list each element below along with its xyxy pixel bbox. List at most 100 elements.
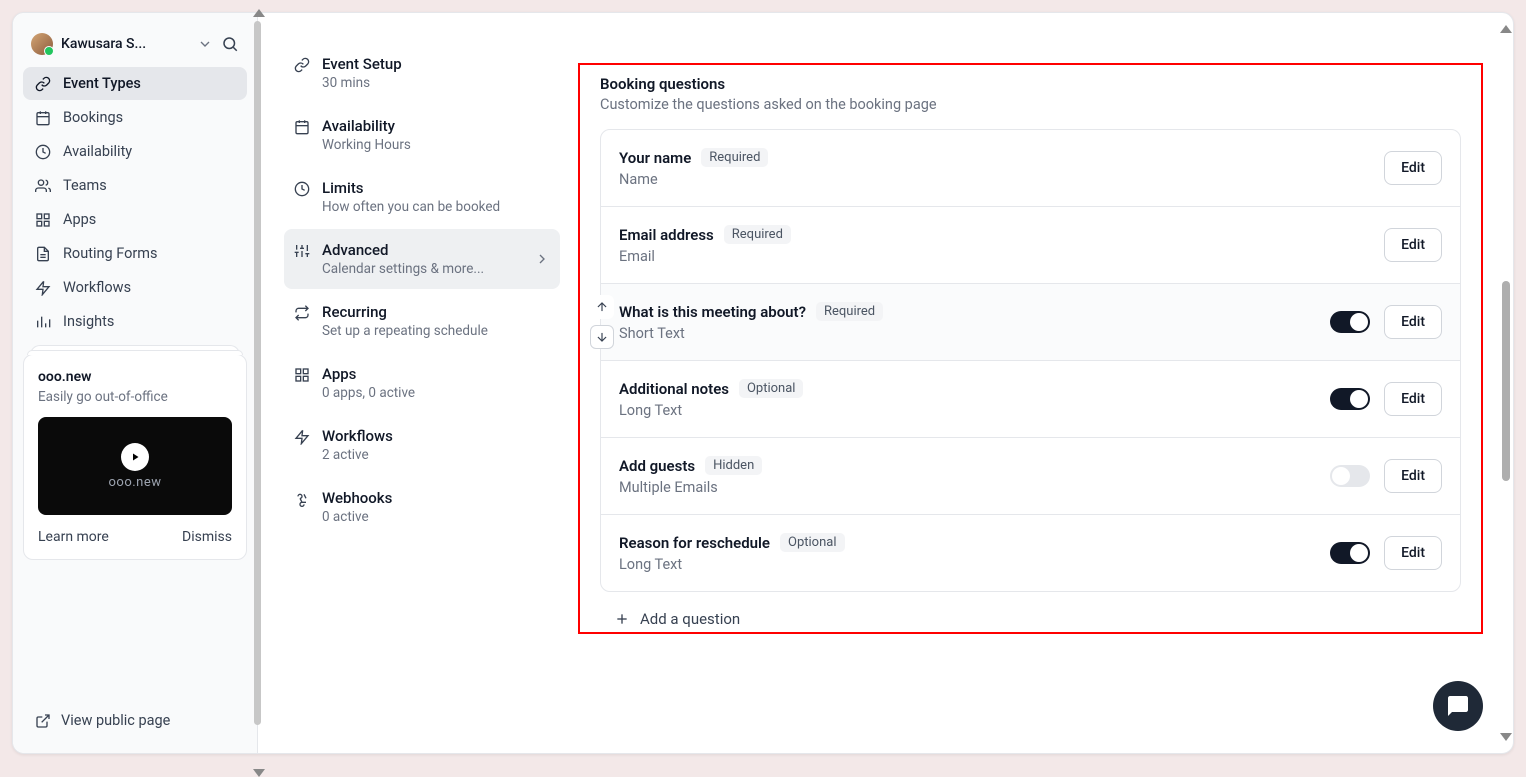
question-row: Add guestsHiddenMultiple EmailsEdit <box>601 438 1460 515</box>
settings-title: Webhooks <box>322 489 550 507</box>
question-type: Short Text <box>619 325 1330 342</box>
question-row: What is this meeting about?RequiredShort… <box>601 284 1460 361</box>
settings-title: Apps <box>322 365 550 383</box>
promo-card: ooo.new Easily go out-of-office ooo.new … <box>23 354 247 560</box>
search-icon[interactable] <box>221 35 239 53</box>
add-question-button[interactable]: Add a question <box>600 592 1461 632</box>
main-sidebar: Kawusara S... Event TypesBookingsAvailab… <box>13 13 258 753</box>
settings-title: Advanced <box>322 241 550 259</box>
webhooks-icon <box>294 491 310 507</box>
settings-item-limits[interactable]: LimitsHow often you can be booked <box>284 167 560 227</box>
question-toggle[interactable] <box>1330 542 1370 564</box>
edit-button[interactable]: Edit <box>1384 536 1442 570</box>
edit-button[interactable]: Edit <box>1384 151 1442 185</box>
settings-item-event-setup[interactable]: Event Setup 30 mins <box>284 43 560 103</box>
edit-button[interactable]: Edit <box>1384 382 1442 416</box>
main-content: Booking questions Customize the question… <box>578 13 1513 753</box>
promo-title: ooo.new <box>38 369 232 385</box>
chevron-down-icon <box>197 36 213 52</box>
scroll-up-icon[interactable] <box>253 9 265 17</box>
edit-button[interactable]: Edit <box>1384 305 1442 339</box>
question-badge: Optional <box>780 533 844 552</box>
section-subtitle: Customize the questions asked on the boo… <box>600 96 1461 113</box>
nav-item-teams[interactable]: Teams <box>23 169 247 202</box>
settings-item-recurring[interactable]: Recurring Set up a repeating schedule <box>284 291 560 351</box>
nav-label: Workflows <box>63 279 131 296</box>
app-shell: Kawusara S... Event TypesBookingsAvailab… <box>12 12 1514 754</box>
workflows-icon <box>294 429 310 445</box>
settings-sub: 30 mins <box>322 75 550 91</box>
routing-icon <box>35 246 51 262</box>
question-row: Your nameRequiredNameEdit <box>601 130 1460 207</box>
public-page-label: View public page <box>61 712 170 729</box>
question-row: Email address Required EmailEdit <box>601 207 1460 284</box>
question-badge: Optional <box>739 379 803 398</box>
nav-item-bookings[interactable]: Bookings <box>23 101 247 134</box>
apps-icon <box>35 212 51 228</box>
question-badge: Required <box>701 148 768 167</box>
question-row: Additional notesOptionalLong TextEdit <box>601 361 1460 438</box>
settings-item-webhooks[interactable]: Webhooks 0 active <box>284 477 560 537</box>
dismiss-link[interactable]: Dismiss <box>182 529 232 545</box>
workflows-icon <box>35 280 51 296</box>
settings-sub: Calendar settings & more... <box>322 261 550 277</box>
nav-label: Teams <box>63 177 107 194</box>
question-type: Multiple Emails <box>619 479 1330 496</box>
learn-more-link[interactable]: Learn more <box>38 529 109 545</box>
edit-button[interactable]: Edit <box>1384 459 1442 493</box>
edit-button[interactable]: Edit <box>1384 228 1442 262</box>
teams-icon <box>35 178 51 194</box>
chevron-right-icon <box>534 251 550 267</box>
user-menu[interactable]: Kawusara S... <box>23 27 247 61</box>
question-toggle[interactable] <box>1330 465 1370 487</box>
settings-item-workflows[interactable]: Workflows2 active <box>284 415 560 475</box>
question-row: Reason for rescheduleOptionalLong TextEd… <box>601 515 1460 591</box>
question-title: Reason for reschedule <box>619 534 770 552</box>
event-types-icon <box>35 76 51 92</box>
question-type: Email <box>619 248 1384 265</box>
question-badge: Required <box>724 225 791 244</box>
nav-item-event-types[interactable]: Event Types <box>23 67 247 100</box>
promo-subtitle: Easily go out-of-office <box>38 389 232 405</box>
chat-icon <box>1446 694 1470 718</box>
scroll-thumb[interactable] <box>1502 281 1510 481</box>
promo-video[interactable]: ooo.new <box>38 417 232 515</box>
scroll-up-icon[interactable] <box>1500 25 1512 33</box>
move-up-button[interactable] <box>590 295 614 319</box>
settings-title: Availability <box>322 117 550 135</box>
settings-title: Limits <box>322 179 550 197</box>
question-title: Add guests <box>619 457 695 475</box>
question-title: Your name <box>619 149 691 167</box>
promo-logo: ooo.new <box>108 475 161 490</box>
move-down-button[interactable] <box>590 325 614 349</box>
main-scrollbar[interactable] <box>1497 13 1513 753</box>
settings-item-availability[interactable]: AvailabilityWorking Hours <box>284 105 560 165</box>
event-setup-icon <box>294 57 310 73</box>
questions-list: Your nameRequiredNameEditEmail addressRe… <box>600 129 1461 592</box>
question-toggle[interactable] <box>1330 311 1370 333</box>
scroll-down-icon[interactable] <box>253 769 265 777</box>
nav-item-routing[interactable]: Routing Forms <box>23 237 247 270</box>
main-nav: Event TypesBookingsAvailability Teams Apps… <box>23 67 247 338</box>
settings-title: Recurring <box>322 303 550 321</box>
settings-item-apps[interactable]: Apps0 apps, 0 active <box>284 353 560 413</box>
nav-item-availability[interactable]: Availability <box>23 135 247 168</box>
settings-sub: Set up a repeating schedule <box>322 323 550 339</box>
settings-title: Event Setup <box>322 55 550 73</box>
nav-item-insights[interactable]: Insights <box>23 305 247 338</box>
add-question-label: Add a question <box>640 610 740 628</box>
bookings-icon <box>35 110 51 126</box>
question-toggle[interactable] <box>1330 388 1370 410</box>
settings-sub: 0 active <box>322 509 550 525</box>
nav-item-workflows[interactable]: Workflows <box>23 271 247 304</box>
question-badge: Required <box>816 302 883 321</box>
question-title: Email address <box>619 226 714 244</box>
nav-label: Apps <box>63 211 96 228</box>
sidebar-scrollbar[interactable] <box>254 21 261 725</box>
chat-launcher[interactable] <box>1433 681 1483 731</box>
settings-item-advanced[interactable]: Advanced Calendar settings & more... <box>284 229 560 289</box>
scroll-down-icon[interactable] <box>1500 733 1512 741</box>
recurring-icon <box>294 305 310 321</box>
view-public-page-link[interactable]: View public page <box>23 702 247 739</box>
nav-item-apps[interactable]: Apps <box>23 203 247 236</box>
